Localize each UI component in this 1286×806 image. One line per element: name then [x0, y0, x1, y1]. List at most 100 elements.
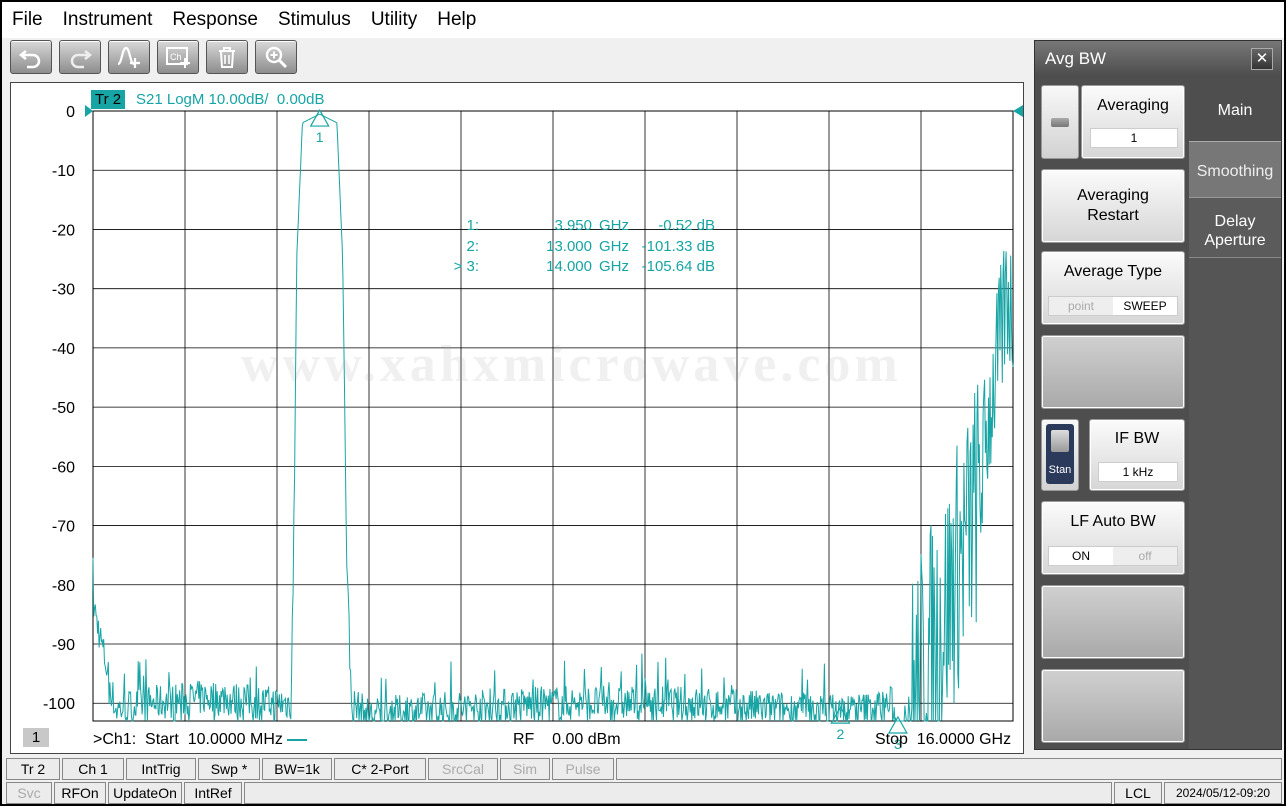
status-lcl[interactable]: LCL	[1114, 782, 1162, 804]
watermark: www.xahxmicrowave.com	[241, 336, 902, 393]
status-bw-1k[interactable]: BW=1k	[262, 758, 332, 780]
start-frequency[interactable]: >Ch1: Start 10.0000 MHz	[93, 731, 307, 749]
empty-softkey	[1041, 669, 1185, 743]
status-c-2-port[interactable]: C* 2-Port	[334, 758, 426, 780]
plot-canvas: 0-10-20-30-40-50-60-70-80-90-100123	[43, 104, 1023, 752]
channel-add-icon: Ch	[166, 47, 190, 68]
zoom-in-icon	[265, 46, 288, 69]
y-tick-label: -100	[43, 696, 75, 713]
stop-frequency[interactable]: Stop 16.0000 GHz	[875, 731, 1011, 749]
marker-id: 1:	[466, 217, 479, 234]
undo-icon	[18, 50, 41, 69]
average-type-selector[interactable]: point SWEEP	[1048, 296, 1178, 316]
average-type-button[interactable]: Average Type point SWEEP	[1041, 251, 1185, 325]
delete-button[interactable]	[206, 40, 248, 74]
tab-main[interactable]: Main	[1189, 77, 1281, 141]
menu-stimulus[interactable]: Stimulus	[268, 2, 361, 38]
lf-auto-bw-off[interactable]: off	[1113, 547, 1177, 565]
marker-frequency: 14.000	[546, 258, 592, 275]
tab-delay-aperture[interactable]: Delay Aperture	[1189, 197, 1281, 257]
ifbw-value-field[interactable]: 1 kHz	[1098, 462, 1178, 482]
status-bar-bottom: Svc RFOn UpdateOn IntRef LCL 2024/05/12-09:20	[6, 782, 1282, 804]
y-tick-label: -20	[52, 222, 75, 239]
average-type-label: Average Type	[1063, 263, 1163, 280]
ifbw-mode-toggle[interactable]: Stan	[1041, 419, 1079, 491]
lf-auto-bw-selector[interactable]: ON off	[1048, 546, 1178, 566]
vna-application-window: File Instrument Response Stimulus Utilit…	[0, 0, 1286, 806]
status-intref[interactable]: IntRef	[184, 782, 242, 804]
menu-bar: File Instrument Response Stimulus Utilit…	[2, 2, 1284, 38]
tab-smoothing[interactable]: Smoothing	[1189, 141, 1281, 197]
status-updateon[interactable]: UpdateOn	[108, 782, 182, 804]
redo-icon	[70, 50, 93, 69]
status-pulse[interactable]: Pulse	[552, 758, 614, 780]
status-inttrig[interactable]: IntTrig	[126, 758, 196, 780]
status-svc[interactable]: Svc	[6, 782, 52, 804]
ifbw-button[interactable]: IF BW 1 kHz	[1089, 419, 1185, 491]
status-bar-top: Tr 2 Ch 1 IntTrig Swp * BW=1k C* 2-Port SrcCal…	[6, 758, 1282, 780]
status-filler	[244, 782, 1112, 804]
marker-id: 2:	[466, 237, 479, 255]
rf-power[interactable]: RF 0.00 dBm	[513, 731, 621, 749]
status-datetime: 2024/05/12-09:20	[1164, 782, 1282, 804]
averaging-label: Averaging	[1097, 97, 1169, 114]
close-icon[interactable]: ✕	[1251, 48, 1273, 70]
marker-value: -101.33 dB	[641, 237, 715, 255]
y-tick-label: -60	[52, 459, 75, 476]
y-tick-label: -80	[52, 578, 75, 595]
y-tick-label: -50	[52, 400, 75, 417]
marker-readout-row: 2: 13.000 GHz -101.33 dB	[431, 238, 731, 259]
averaging-restart-button[interactable]: Averaging Restart	[1041, 169, 1185, 243]
undo-button[interactable]	[10, 40, 52, 74]
trace-legend-line	[286, 738, 307, 741]
y-tick-label: -90	[52, 637, 75, 654]
tab-delay-line1: Delay	[1214, 213, 1256, 230]
toggle-indicator-icon	[1051, 118, 1069, 127]
averaging-value-field[interactable]: 1	[1090, 128, 1178, 148]
channel-number-badge[interactable]: 1	[23, 728, 49, 747]
marker-triangle-icon	[309, 108, 330, 127]
status-srccal[interactable]: SrcCal	[428, 758, 498, 780]
zoom-button[interactable]	[255, 40, 297, 74]
softkey-column: Averaging 1 Averaging Restart Average Ty…	[1035, 77, 1189, 749]
averaging-button[interactable]: Averaging 1	[1081, 85, 1185, 159]
marker-frequency: 13.000	[546, 237, 592, 255]
menu-instrument[interactable]: Instrument	[53, 2, 163, 38]
menu-file[interactable]: File	[2, 2, 53, 38]
trace-badge[interactable]: Tr 2	[91, 90, 126, 109]
trace-description[interactable]: S21 LogM 10.00dB/ 0.00dB	[136, 90, 324, 109]
lf-auto-bw-label: LF Auto BW	[1070, 513, 1156, 530]
lf-auto-bw-on[interactable]: ON	[1049, 547, 1113, 565]
status-sim[interactable]: Sim	[500, 758, 550, 780]
add-marker-button[interactable]	[108, 40, 150, 74]
reference-level-right-icon	[1013, 105, 1023, 117]
marker-add-icon	[117, 46, 140, 68]
y-tick-label: -40	[52, 341, 75, 358]
status-swp[interactable]: Swp *	[198, 758, 260, 780]
add-channel-button[interactable]: Ch	[157, 40, 199, 74]
y-tick-label: -70	[52, 519, 75, 536]
menu-help[interactable]: Help	[427, 2, 486, 38]
trace-plot-window[interactable]: 0 -10 -20 -30 -40 -50 -60 -70 -80 -90 -100 1 2 3 Tr 2…	[10, 82, 1024, 754]
menu-response[interactable]: Response	[162, 2, 268, 38]
menu-utility[interactable]: Utility	[361, 2, 427, 38]
average-type-point[interactable]: point	[1049, 297, 1113, 315]
marker-id: > 3:	[453, 258, 479, 275]
softkey-panel: Avg BW ✕ Averaging 1 Averaging Restart A…	[1034, 40, 1282, 750]
y-tick-label: -30	[52, 282, 75, 299]
y-tick-label: -10	[52, 163, 75, 180]
redo-button[interactable]	[59, 40, 101, 74]
lf-auto-bw-button[interactable]: LF Auto BW ON off	[1041, 501, 1185, 575]
restart-label-line2: Restart	[1087, 207, 1139, 224]
ifbw-mode-label: Stan	[1048, 464, 1072, 476]
average-type-sweep[interactable]: SWEEP	[1113, 297, 1177, 315]
status-ch-1[interactable]: Ch 1	[62, 758, 124, 780]
toggle-indicator-icon	[1051, 430, 1069, 452]
marker-label: 2	[836, 726, 844, 742]
status-rfon[interactable]: RFOn	[54, 782, 106, 804]
marker-frequency: 3.950	[554, 217, 592, 234]
panel-title-text: Avg BW	[1045, 49, 1107, 68]
averaging-toggle[interactable]	[1041, 85, 1079, 159]
status-tr-2[interactable]: Tr 2	[6, 758, 60, 780]
ifbw-mode-indicator: Stan	[1046, 424, 1074, 484]
